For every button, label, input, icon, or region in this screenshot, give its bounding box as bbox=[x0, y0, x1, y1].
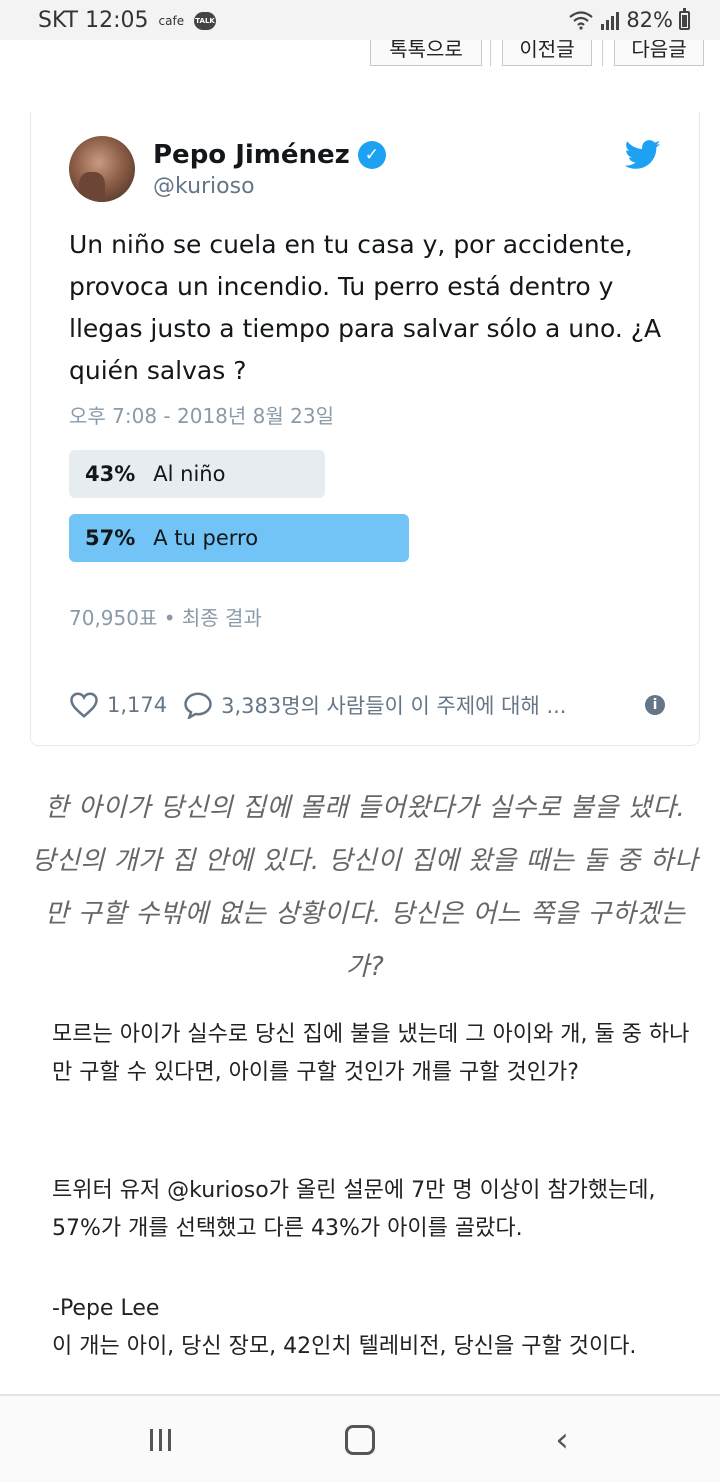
image-caption: 한 아이가 당신의 집에 몰래 들어왔다가 실수로 불을 냈다. 당신의 개가 … bbox=[31, 793, 699, 982]
body-paragraph: 모르는 아이가 실수로 당신 집에 불을 냈는데 그 아이와 개, 둘 중 하나… bbox=[52, 1022, 690, 1085]
wifi-icon bbox=[569, 11, 594, 30]
poll-vote-count: 70,950표 • 최종 결과 bbox=[69, 606, 262, 630]
comment-author: -Pepe Lee bbox=[52, 1296, 160, 1321]
heart-icon bbox=[70, 692, 98, 718]
tweet-text: Un niño se cuela en tu casa y, por accid… bbox=[69, 230, 662, 385]
tweet-timestamp: 오후 7:08 - 2018년 8월 23일 bbox=[69, 404, 334, 428]
like-count: 1,174 bbox=[107, 693, 168, 717]
nav-divider bbox=[602, 40, 603, 66]
tweet-card: Pepo Jiménez ✓ @kurioso Un niño se cuela… bbox=[30, 112, 700, 746]
comment-text: 이 개는 아이, 당신 장모, 42인치 텔레비전, 당신을 구할 것이다. bbox=[52, 1334, 637, 1359]
post-navigation: 톡톡으로 이전글 다음글 bbox=[0, 40, 720, 70]
tweet-author: Pepo Jiménez ✓ bbox=[153, 140, 386, 170]
cafe-notification-label: cafe bbox=[158, 13, 185, 28]
poll-option-child: 43% Al niño bbox=[69, 450, 325, 498]
replies-text: 3,383명의 사람들이 이 주제에 대해 ... bbox=[221, 694, 567, 718]
status-bar: SKT 12:05 cafe TALK 82% bbox=[0, 0, 720, 40]
battery-icon bbox=[679, 7, 690, 30]
system-navigation-bar: ‹ bbox=[0, 1394, 720, 1482]
home-icon[interactable] bbox=[340, 1420, 380, 1460]
carrier-time: SKT 12:05 bbox=[38, 8, 149, 33]
prev-post-button[interactable]: 이전글 bbox=[502, 40, 592, 66]
poll-label: Al niño bbox=[153, 462, 226, 486]
poll-label: A tu perro bbox=[153, 526, 259, 550]
battery-percent: 82% bbox=[626, 8, 673, 32]
poll-option-dog: 57% A tu perro bbox=[69, 514, 409, 562]
kakaotalk-notification-icon: TALK bbox=[194, 11, 217, 30]
signal-icon bbox=[601, 12, 620, 30]
quoted-comment: -Pepe Lee 이 개는 아이, 당신 장모, 42인치 텔레비전, 당신을… bbox=[52, 1290, 692, 1366]
nav-divider bbox=[490, 40, 491, 66]
recent-apps-icon[interactable] bbox=[140, 1420, 180, 1460]
author-name: Pepo Jiménez bbox=[153, 140, 350, 170]
back-icon[interactable]: ‹ bbox=[542, 1420, 582, 1460]
info-icon: i bbox=[645, 695, 665, 715]
share-kakaotalk-button[interactable]: 톡톡으로 bbox=[370, 40, 482, 66]
twitter-bird-icon bbox=[625, 140, 661, 169]
author-handle: @kurioso bbox=[153, 174, 255, 199]
reply-bubble-icon bbox=[184, 692, 212, 719]
verified-icon: ✓ bbox=[357, 141, 386, 169]
avatar bbox=[69, 136, 135, 202]
tweet-actions: 1,174 3,383명의 사람들이 이 주제에 대해 ... i bbox=[69, 690, 665, 720]
poll-percent: 43% bbox=[85, 462, 136, 486]
poll-percent: 57% bbox=[85, 526, 136, 550]
next-post-button[interactable]: 다음글 bbox=[614, 40, 704, 66]
body-paragraph: 트위터 유저 @kurioso가 올린 설문에 7만 명 이상이 참가했는데, … bbox=[52, 1178, 656, 1241]
